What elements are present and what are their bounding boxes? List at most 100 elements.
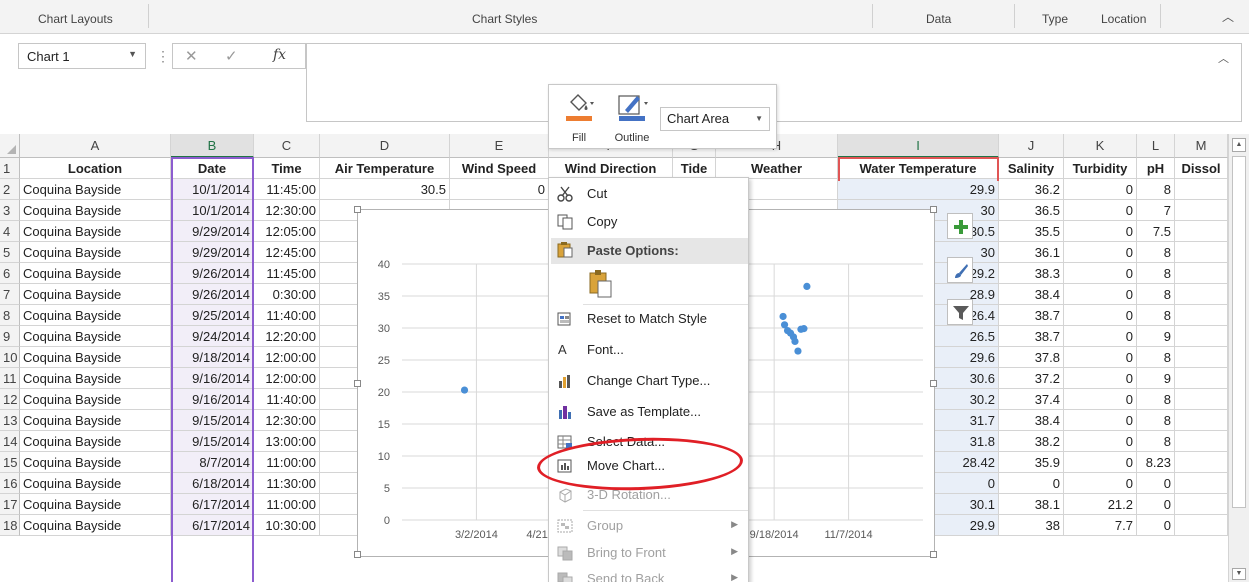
row-number[interactable]: 15	[0, 452, 20, 473]
cell-a[interactable]: Coquina Bayside	[20, 347, 171, 368]
cell-k[interactable]: 0	[1064, 368, 1137, 389]
cancel-icon[interactable]: ✕	[185, 47, 198, 65]
paste-option-button[interactable]	[549, 266, 748, 302]
cell-l[interactable]: 0	[1137, 494, 1175, 515]
column-header-b[interactable]: B	[171, 134, 254, 158]
cell-b[interactable]: 10/1/2014	[171, 200, 254, 221]
cell-c[interactable]: 12:00:00	[254, 347, 320, 368]
scroll-down-icon[interactable]: ▼	[1232, 568, 1246, 580]
cell-j[interactable]: 0	[999, 473, 1064, 494]
cell-c[interactable]: 11:45:00	[254, 179, 320, 200]
cell-c[interactable]: 12:45:00	[254, 242, 320, 263]
cell-j[interactable]: 37.4	[999, 389, 1064, 410]
cell-c[interactable]: 12:30:00	[254, 200, 320, 221]
resize-handle-top-left[interactable]	[354, 206, 361, 213]
cell-k[interactable]: 0	[1064, 410, 1137, 431]
cell-a[interactable]: Coquina Bayside	[20, 494, 171, 515]
cell-j[interactable]: 38.1	[999, 494, 1064, 515]
header-cell[interactable]: Weather	[716, 158, 838, 179]
cell-l[interactable]: 8.23	[1137, 452, 1175, 473]
resize-handle-right[interactable]	[930, 380, 937, 387]
cell-b[interactable]: 9/24/2014	[171, 326, 254, 347]
cell-c[interactable]: 12:20:00	[254, 326, 320, 347]
row-number[interactable]: 12	[0, 389, 20, 410]
cell-l[interactable]: 9	[1137, 326, 1175, 347]
cell-a[interactable]: Coquina Bayside	[20, 326, 171, 347]
cell-l[interactable]: 9	[1137, 368, 1175, 389]
cell-b[interactable]: 9/29/2014	[171, 242, 254, 263]
row-number[interactable]: 3	[0, 200, 20, 221]
menu-item-font[interactable]: A Font...	[549, 336, 748, 364]
resize-handle-bottom-left[interactable]	[354, 551, 361, 558]
cell-k[interactable]: 21.2	[1064, 494, 1137, 515]
menu-item-cut[interactable]: Cut	[549, 180, 748, 208]
select-all-corner[interactable]	[0, 134, 20, 158]
cell-m[interactable]	[1175, 494, 1228, 515]
cell-m[interactable]	[1175, 431, 1228, 452]
header-cell[interactable]: Date	[171, 158, 254, 179]
cell-m[interactable]	[1175, 305, 1228, 326]
cell-k[interactable]: 0	[1064, 326, 1137, 347]
cell-j[interactable]: 36.1	[999, 242, 1064, 263]
header-cell[interactable]: Water Temperature	[838, 158, 999, 179]
cell-b[interactable]: 8/7/2014	[171, 452, 254, 473]
cell-a[interactable]: Coquina Bayside	[20, 473, 171, 494]
cell-j[interactable]: 35.9	[999, 452, 1064, 473]
row-number[interactable]: 14	[0, 431, 20, 452]
cell-b[interactable]: 6/18/2014	[171, 473, 254, 494]
cell-l[interactable]: 0	[1137, 473, 1175, 494]
cell-l[interactable]: 0	[1137, 515, 1175, 536]
cell-c[interactable]: 13:00:00	[254, 431, 320, 452]
cell-e[interactable]: 0	[450, 179, 549, 200]
cell-m[interactable]	[1175, 326, 1228, 347]
cell-b[interactable]: 9/15/2014	[171, 431, 254, 452]
cell-m[interactable]	[1175, 179, 1228, 200]
header-cell[interactable]: Turbidity	[1064, 158, 1137, 179]
cell-a[interactable]: Coquina Bayside	[20, 284, 171, 305]
header-cell[interactable]: Dissol	[1175, 158, 1228, 179]
header-cell[interactable]: Air Temperature	[320, 158, 450, 179]
cell-m[interactable]	[1175, 284, 1228, 305]
resize-handle-top-right[interactable]	[930, 206, 937, 213]
header-cell[interactable]: Time	[254, 158, 320, 179]
insert-function-icon[interactable]: fx	[273, 47, 286, 63]
cell-c[interactable]: 11:30:00	[254, 473, 320, 494]
cell-a[interactable]: Coquina Bayside	[20, 221, 171, 242]
column-header-i[interactable]: I	[838, 134, 999, 158]
row-number[interactable]: 8	[0, 305, 20, 326]
cell-a[interactable]: Coquina Bayside	[20, 389, 171, 410]
cell-m[interactable]	[1175, 263, 1228, 284]
cell-b[interactable]: 6/17/2014	[171, 494, 254, 515]
menu-item-copy[interactable]: Copy	[549, 208, 748, 236]
vertical-scrollbar[interactable]: ▲ ▼	[1228, 134, 1249, 582]
column-header-c[interactable]: C	[254, 134, 320, 158]
cell-j[interactable]: 38.4	[999, 410, 1064, 431]
cell-j[interactable]: 36.5	[999, 200, 1064, 221]
cell-c[interactable]: 12:30:00	[254, 410, 320, 431]
row-number[interactable]: 9	[0, 326, 20, 347]
cell-l[interactable]: 8	[1137, 431, 1175, 452]
cell-l[interactable]: 8	[1137, 389, 1175, 410]
cell-m[interactable]	[1175, 368, 1228, 389]
cell-a[interactable]: Coquina Bayside	[20, 431, 171, 452]
cell-c[interactable]: 11:45:00	[254, 263, 320, 284]
cell-m[interactable]	[1175, 410, 1228, 431]
cell-i[interactable]: 29.9	[838, 179, 999, 200]
cell-l[interactable]: 8	[1137, 179, 1175, 200]
cell-b[interactable]: 9/16/2014	[171, 389, 254, 410]
cell-c[interactable]: 11:40:00	[254, 305, 320, 326]
cell-k[interactable]: 0	[1064, 221, 1137, 242]
cell-j[interactable]: 38.7	[999, 305, 1064, 326]
cell-a[interactable]: Coquina Bayside	[20, 515, 171, 536]
cell-l[interactable]: 8	[1137, 242, 1175, 263]
cell-l[interactable]: 8	[1137, 347, 1175, 368]
cell-m[interactable]	[1175, 200, 1228, 221]
cell-k[interactable]: 0	[1064, 452, 1137, 473]
row-number[interactable]: 16	[0, 473, 20, 494]
cell-j[interactable]: 35.5	[999, 221, 1064, 242]
row-number[interactable]: 5	[0, 242, 20, 263]
cell-j[interactable]: 38.4	[999, 284, 1064, 305]
cell-k[interactable]: 0	[1064, 473, 1137, 494]
cell-k[interactable]: 0	[1064, 347, 1137, 368]
cell-l[interactable]: 8	[1137, 305, 1175, 326]
